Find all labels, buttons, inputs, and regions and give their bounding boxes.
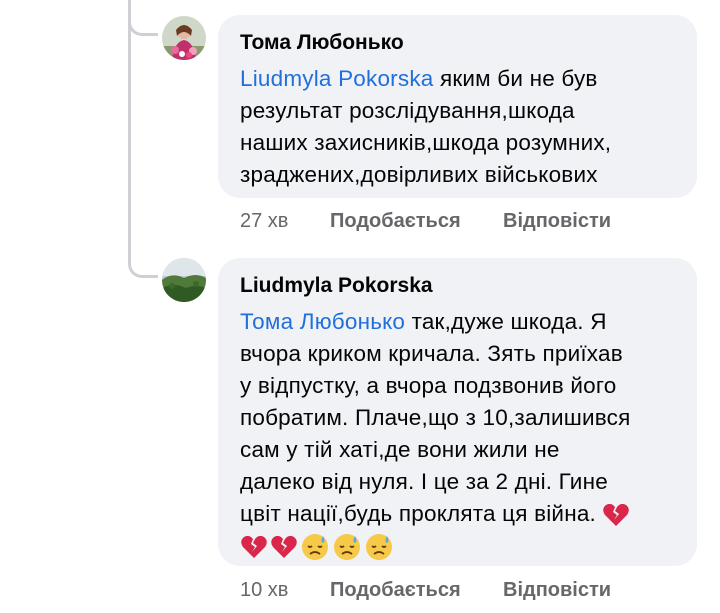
timestamp[interactable]: 27 хв: [240, 210, 330, 233]
like-button[interactable]: Подобається: [330, 579, 503, 602]
avatar[interactable]: [162, 16, 206, 60]
comment-line: сам у тій хаті,де вони жили не: [240, 437, 560, 462]
broken-heart-icon: [241, 535, 267, 558]
comment-bubble: Liudmyla Pokorska Тома Любонько так,дуже…: [218, 258, 697, 566]
avatar[interactable]: [162, 258, 206, 302]
comment-line: яким би не був: [433, 66, 598, 91]
thread-line: [128, 0, 131, 262]
comment-line: у відпустку, а вчора подзвонив його: [240, 373, 617, 398]
sad-sweat-face-icon: [302, 534, 328, 560]
comment-line: далеко від нуля. І це за 2 дні. Гине: [240, 469, 608, 494]
reply-button[interactable]: Відповісти: [503, 210, 611, 233]
like-button[interactable]: Подобається: [330, 210, 503, 233]
thread-branch: [128, 262, 158, 278]
comment-thread: Тома Любонько Liudmyla Pokorska яким би …: [0, 0, 720, 613]
comment-text: Liudmyla Pokorska яким би не був результ…: [240, 63, 675, 191]
broken-heart-icon: [271, 535, 297, 558]
comment-line: вчора криком кричала. Зять приїхав: [240, 341, 623, 366]
comment-line: так,дуже шкода. Я: [405, 309, 607, 334]
comment-actions: 10 хв Подобається Відповісти: [240, 579, 611, 602]
comment-bubble: Тома Любонько Liudmyla Pokorska яким би …: [218, 15, 697, 198]
mention-link[interactable]: Liudmyla Pokorska: [240, 66, 434, 91]
comment-line: зраджених,довірливих військових: [240, 162, 598, 187]
sad-sweat-face-icon: [334, 534, 360, 560]
sad-sweat-face-icon: [366, 534, 392, 560]
profile-photo-landscape-icon: [162, 258, 206, 302]
thread-branch: [128, 20, 158, 36]
timestamp[interactable]: 10 хв: [240, 579, 330, 602]
comment-line: побратим. Плаче,що з 10,залишився: [240, 405, 631, 430]
comment-author[interactable]: Тома Любонько: [240, 29, 675, 57]
broken-heart-icon: [603, 503, 630, 527]
reply-button[interactable]: Відповісти: [503, 579, 611, 602]
comment-line: цвіт нації,будь проклята ця війна.: [240, 501, 596, 526]
comment-text: Тома Любонько так,дуже шкода. Я вчора кр…: [240, 306, 675, 530]
comment-line: наших захисників,шкода розумних,: [240, 130, 612, 155]
comment-actions: 27 хв Подобається Відповісти: [240, 210, 611, 233]
profile-photo-woman-flowers-icon: [162, 16, 206, 60]
mention-link[interactable]: Тома Любонько: [240, 309, 405, 334]
emoji-row: [240, 532, 675, 562]
comment-author[interactable]: Liudmyla Pokorska: [240, 272, 675, 300]
comment-line: результат розслідування,шкода: [240, 98, 575, 123]
